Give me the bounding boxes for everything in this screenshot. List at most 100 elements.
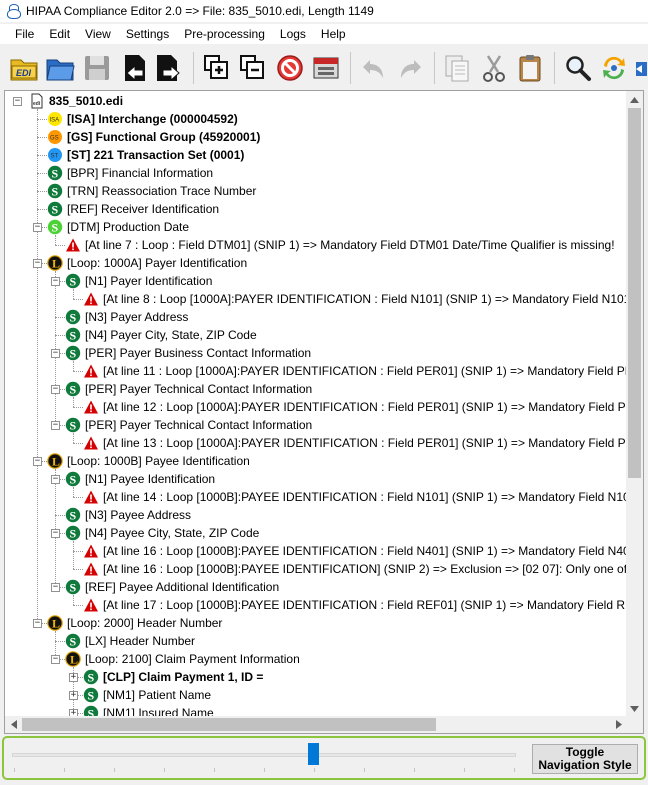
toggle-navigation-style-button[interactable]: Toggle Navigation Style (532, 744, 638, 774)
collapse-icon[interactable]: − (13, 97, 22, 106)
tree-node[interactable]: S [REF] Payee Additional Identification (65, 578, 279, 596)
segment-green-icon: S (47, 219, 63, 235)
expand-icon[interactable]: + (69, 673, 78, 682)
horizontal-scrollbar[interactable] (5, 716, 627, 733)
remove-segment-button[interactable] (236, 50, 271, 86)
tree-node[interactable]: edi 835_5010.edi (29, 92, 123, 110)
tree-guide-line (73, 397, 74, 407)
add-segment-icon (203, 55, 228, 79)
tree-node[interactable]: S [N3] Payer Address (65, 308, 188, 326)
collapse-icon[interactable]: − (51, 655, 60, 664)
redo-button[interactable] (392, 50, 427, 86)
tree-node[interactable]: S [N4] Payee City, State, ZIP Code (65, 524, 259, 542)
svg-text:S: S (70, 419, 77, 433)
svg-text:S: S (70, 473, 77, 487)
tree-node[interactable]: S [PER] Payer Business Contact Informatio… (65, 344, 311, 362)
segment-icon: S (65, 381, 81, 397)
tree-node[interactable]: S [LX] Header Number (65, 632, 195, 650)
collapse-icon[interactable]: − (33, 457, 42, 466)
tree-node[interactable]: L [Loop: 1000A] Payer Identification (47, 254, 247, 272)
scroll-left-icon[interactable] (5, 716, 22, 733)
menu-help[interactable]: Help (314, 27, 353, 41)
menu-edit[interactable]: Edit (42, 27, 77, 41)
tree-node[interactable]: S [NM1] Patient Name (83, 686, 211, 704)
loop-icon: L (47, 255, 63, 271)
svg-text:L: L (52, 455, 60, 469)
collapse-icon[interactable]: − (51, 529, 60, 538)
stop-button[interactable] (272, 50, 307, 86)
validation-error-node[interactable]: [At line 17 : Loop [1000B]:PAYEE IDENTIF… (83, 596, 627, 614)
menu-file[interactable]: File (8, 27, 41, 41)
edi-file-button[interactable]: EDI (6, 50, 41, 86)
tree-node[interactable]: S [N1] Payee Identification (65, 470, 215, 488)
tree-node[interactable]: S [PER] Payer Technical Contact Informati… (65, 380, 312, 398)
warning-icon (84, 400, 98, 414)
tree-node[interactable]: GS [GS] Functional Group (45920001) (47, 128, 260, 146)
validation-error-node[interactable]: [At line 7 : Loop : Field DTM01] (SNIP 1… (65, 236, 615, 254)
collapse-icon[interactable]: − (33, 259, 42, 268)
validation-error-node[interactable]: [At line 16 : Loop [1000B]:PAYEE IDENTIF… (83, 542, 627, 560)
save-button[interactable] (79, 50, 114, 86)
tree-node[interactable]: S [N4] Payer City, State, ZIP Code (65, 326, 257, 344)
tree-node-label: [DTM] Production Date (67, 220, 190, 234)
tree-node[interactable]: S [DTM] Production Date (47, 218, 189, 236)
menu-settings[interactable]: Settings (119, 27, 176, 41)
open-button[interactable] (42, 50, 77, 86)
collapse-icon[interactable]: − (51, 385, 60, 394)
collapse-icon[interactable]: − (51, 277, 60, 286)
slider-tick (164, 768, 165, 772)
menu-pre-processing[interactable]: Pre-processing (177, 27, 272, 41)
menu-view[interactable]: View (78, 27, 118, 41)
tree-node[interactable]: S [TRN] Reassociation Trace Number (47, 182, 256, 200)
tree-node[interactable]: ST [ST] 221 Transaction Set (0001) (47, 146, 244, 164)
copy-button[interactable] (440, 50, 475, 86)
collapse-icon[interactable]: − (33, 619, 42, 628)
validation-error-node[interactable]: [At line 12 : Loop [1000A]:PAYER IDENTIF… (83, 398, 627, 416)
export-button[interactable] (152, 50, 187, 86)
segment-tree[interactable]: − edi 835_5010.edi ISA [ISA] Interchange (00… (4, 90, 644, 734)
collapse-icon[interactable]: − (51, 421, 60, 430)
svg-text:L: L (52, 257, 60, 271)
add-segment-button[interactable] (199, 50, 234, 86)
horizontal-scroll-thumb[interactable] (22, 718, 436, 731)
scroll-down-icon[interactable] (626, 700, 643, 717)
tree-guide-line (55, 515, 65, 516)
undo-button[interactable] (356, 50, 391, 86)
validation-error-node[interactable]: [At line 16 : Loop [1000B]:PAYEE IDENTIF… (83, 560, 627, 578)
find-button[interactable] (560, 50, 595, 86)
validation-error-node[interactable]: [At line 14 : Loop [1000B]:PAYEE IDENTIF… (83, 488, 627, 506)
import-button[interactable] (115, 50, 150, 86)
vertical-scrollbar[interactable] (626, 91, 643, 717)
tree-node-label: [CLP] Claim Payment 1, ID = (103, 670, 264, 684)
validation-error-node[interactable]: [At line 8 : Loop [1000A]:PAYER IDENTIFI… (83, 290, 627, 308)
scroll-button[interactable] (633, 50, 647, 86)
window-button[interactable] (308, 50, 343, 86)
expand-icon[interactable]: + (69, 691, 78, 700)
tree-node[interactable]: S [BPR] Financial Information (47, 164, 213, 182)
refresh-button[interactable] (597, 50, 632, 86)
tree-node[interactable]: S [N1] Payer Identification (65, 272, 212, 290)
collapse-icon[interactable]: − (51, 475, 60, 484)
scroll-right-icon[interactable] (610, 716, 627, 733)
vertical-scroll-thumb[interactable] (628, 108, 641, 478)
tree-node[interactable]: S [CLP] Claim Payment 1, ID = (83, 668, 263, 686)
navigation-slider-thumb[interactable] (308, 743, 319, 765)
menu-logs[interactable]: Logs (273, 27, 313, 41)
validation-error-node[interactable]: [At line 11 : Loop [1000A]:PAYER IDENTIF… (83, 362, 627, 380)
tree-node[interactable]: L [Loop: 2000] Header Number (47, 614, 222, 632)
tree-node[interactable]: ISA [ISA] Interchange (000004592) (47, 110, 238, 128)
collapse-icon[interactable]: − (51, 349, 60, 358)
scroll-up-icon[interactable] (626, 91, 643, 108)
collapse-icon[interactable]: − (51, 583, 60, 592)
tree-node[interactable]: S [PER] Payer Technical Contact Informati… (65, 416, 312, 434)
validation-error-node[interactable]: [At line 13 : Loop [1000A]:PAYER IDENTIF… (83, 434, 627, 452)
cut-button[interactable] (476, 50, 511, 86)
tree-node[interactable]: L [Loop: 1000B] Payee Identification (47, 452, 250, 470)
navigation-slider-track[interactable] (12, 753, 516, 757)
tree-guide-line (55, 641, 65, 642)
tree-node[interactable]: S [REF] Receiver Identification (47, 200, 219, 218)
collapse-icon[interactable]: − (33, 223, 42, 232)
tree-node[interactable]: S [N3] Payee Address (65, 506, 191, 524)
tree-node[interactable]: L [Loop: 2100] Claim Payment Information (65, 650, 300, 668)
paste-button[interactable] (513, 50, 548, 86)
